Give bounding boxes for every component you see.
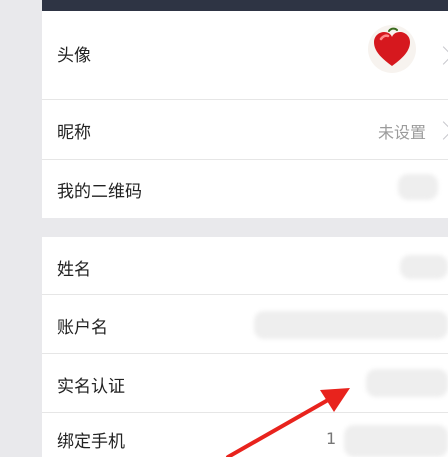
- annotation-arrow-icon: [226, 388, 350, 457]
